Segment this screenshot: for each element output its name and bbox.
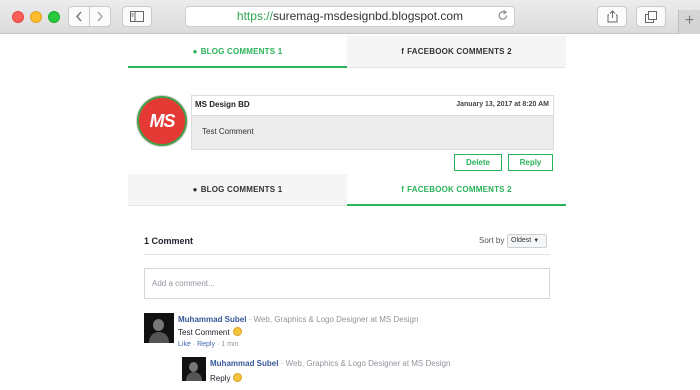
separator: · <box>192 341 196 348</box>
facebook-icon: f <box>401 185 405 194</box>
like-link[interactable]: Like <box>178 341 191 348</box>
tab-blog-comments[interactable]: ● BLOG COMMENTS 1 <box>128 174 347 205</box>
reply-link[interactable]: Reply <box>197 341 215 348</box>
minimize-window-button[interactable] <box>30 11 42 23</box>
facebook-icon: f <box>401 47 405 56</box>
comment-text: Test Comment <box>178 327 242 337</box>
back-icon <box>75 11 82 22</box>
avatar-logo-text: MS <box>149 110 176 131</box>
reply-avatar[interactable] <box>182 357 206 381</box>
comment-header: MS Design BD January 13, 2017 at 8:20 AM <box>192 96 553 116</box>
avatar: MS <box>137 96 187 146</box>
new-tab-icon[interactable]: + <box>678 10 700 34</box>
commenter-avatar[interactable] <box>144 313 174 343</box>
reply-commenter-role: · Web, Graphics & Logo Designer at MS De… <box>280 359 451 368</box>
comment-icon: ● <box>192 47 198 56</box>
comment-actions: Like · Reply · 1 min <box>178 341 238 348</box>
zoom-window-button[interactable] <box>48 11 60 23</box>
chevron-down-icon: ▼ <box>533 238 540 244</box>
delete-button[interactable]: Delete <box>454 154 502 171</box>
comment-author[interactable]: MS Design BD <box>195 100 250 109</box>
tab-overview-button[interactable] <box>636 6 666 27</box>
separator: · <box>216 341 220 348</box>
reply-button[interactable]: Reply <box>508 154 553 171</box>
smile-emoji-icon <box>233 373 243 382</box>
tab-facebook-comments[interactable]: f FACEBOOK COMMENTS 2 <box>347 174 566 206</box>
divider <box>144 254 550 255</box>
address-bar[interactable]: https://suremag-msdesignbd.blogspot.com <box>185 6 515 27</box>
commenter-name[interactable]: Muhammad Subel <box>178 315 246 324</box>
comment-text-content: Test Comment <box>178 328 230 337</box>
reply-text: Reply <box>210 373 243 383</box>
comment-date[interactable]: January 13, 2017 at 8:20 AM <box>456 101 549 108</box>
smile-emoji-icon <box>232 327 242 336</box>
sidebar-icon <box>130 11 144 22</box>
close-window-button[interactable] <box>12 11 24 23</box>
comment-tabs-top: ● BLOG COMMENTS 1 f FACEBOOK COMMENTS 2 <box>128 36 566 68</box>
tab-facebook-label: FACEBOOK COMMENTS 2 <box>407 47 512 56</box>
commenter-line: Muhammad Subel · Web, Graphics & Logo De… <box>178 315 418 324</box>
sort-value: Oldest <box>511 237 532 244</box>
browser-toolbar: https://suremag-msdesignbd.blogspot.com … <box>0 0 700 34</box>
comment-time[interactable]: 1 min <box>221 341 238 348</box>
comment-icon: ● <box>192 185 198 194</box>
reload-icon[interactable] <box>498 8 508 27</box>
share-button[interactable] <box>597 6 627 27</box>
url-scheme: https:// <box>236 9 273 23</box>
tab-facebook-label: FACEBOOK COMMENTS 2 <box>407 185 512 194</box>
comment-body: Test Comment <box>192 116 553 149</box>
tab-blog-label: BLOG COMMENTS 1 <box>200 185 283 194</box>
forward-icon <box>97 11 104 22</box>
tab-facebook-comments[interactable]: f FACEBOOK COMMENTS 2 <box>347 36 566 67</box>
comment-count: 1 Comment <box>144 236 194 246</box>
reply-commenter-name[interactable]: Muhammad Subel <box>210 359 278 368</box>
back-button[interactable] <box>68 6 90 27</box>
url-host: suremag-msdesignbd.blogspot.com <box>272 9 464 23</box>
sort-select[interactable]: Oldest ▼ <box>507 234 547 248</box>
tab-blog-comments[interactable]: ● BLOG COMMENTS 1 <box>128 36 347 68</box>
tabs-icon <box>645 10 657 23</box>
comment-input[interactable]: Add a comment... <box>144 268 550 299</box>
commenter-role: · Web, Graphics & Logo Designer at MS De… <box>248 315 419 324</box>
reply-text-content: Reply <box>210 374 231 383</box>
reply-commenter-line: Muhammad Subel · Web, Graphics & Logo De… <box>210 359 450 368</box>
share-icon <box>607 10 617 23</box>
sidebar-button[interactable] <box>122 6 152 27</box>
forward-button[interactable] <box>89 6 111 27</box>
sort-label: Sort by <box>479 236 505 245</box>
blog-comment: MS Design BD January 13, 2017 at 8:20 AM… <box>191 95 554 150</box>
comment-tabs-bottom: ● BLOG COMMENTS 1 f FACEBOOK COMMENTS 2 <box>128 174 566 206</box>
tab-blog-label: BLOG COMMENTS 1 <box>200 47 283 56</box>
